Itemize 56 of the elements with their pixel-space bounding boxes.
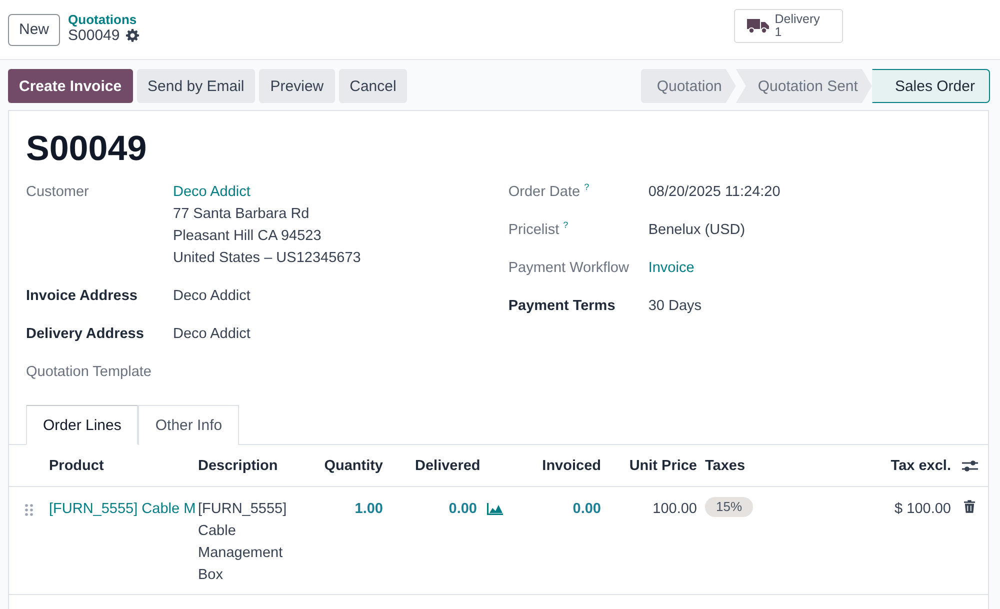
field-value: United States – US12345673 <box>173 249 361 268</box>
table-cell-text: $ 100.00 <box>894 500 951 519</box>
table-cell: 0.00 <box>572 501 601 517</box>
help-tooltip-mark[interactable]: ? <box>563 219 568 231</box>
notebook-tab[interactable]: Other Info <box>138 405 240 445</box>
settings-icon[interactable] <box>126 28 139 42</box>
field-label: Delivery Address <box>26 325 145 344</box>
tax-tag: 15% <box>705 497 754 517</box>
field-value: Deco Addict <box>173 325 250 344</box>
action-button[interactable]: Send by Email <box>136 69 256 103</box>
action-button[interactable]: Preview <box>259 69 335 103</box>
column-header[interactable]: Taxes <box>705 458 746 474</box>
truck-icon <box>746 18 769 34</box>
table-cell: 1.00 <box>354 501 383 517</box>
status-stage[interactable]: Sales Order <box>872 69 990 103</box>
column-header[interactable]: Delivered <box>415 458 480 474</box>
column-header[interactable]: Quantity <box>324 458 383 474</box>
field-value: Deco Addict <box>173 287 250 306</box>
order-title: S00049 <box>25 128 148 170</box>
field-label: Order Date <box>508 183 580 202</box>
column-header[interactable]: Product <box>49 458 104 474</box>
field-link[interactable]: Invoice <box>648 257 694 279</box>
field-label: Invoice Address <box>26 287 138 306</box>
table-cell-text: 0.00 <box>448 500 477 519</box>
field-link[interactable]: Deco Addict <box>173 181 361 203</box>
table-cell: 100.00 <box>652 501 697 517</box>
column-header[interactable]: Unit Price <box>629 458 697 474</box>
action-button[interactable]: Create Invoice <box>8 69 133 103</box>
field-value: Pleasant Hill CA 94523 <box>173 227 322 246</box>
field-label: Payment Workflow <box>508 259 629 278</box>
record-name: S00049 <box>68 26 120 44</box>
notebook-tab[interactable]: Order Lines <box>26 405 138 445</box>
field-value: 08/20/2025 11:24:20 <box>648 183 780 202</box>
field-label: Quotation Template <box>26 363 152 382</box>
column-header[interactable]: Invoiced <box>542 458 601 474</box>
field-value: 77 Santa Barbara Rd <box>173 205 310 224</box>
sliders-icon[interactable] <box>962 458 978 473</box>
drag-handle-icon[interactable] <box>25 504 33 516</box>
product-link[interactable]: [FURN_5555] Cable M <box>49 498 198 520</box>
field-value: Benelux (USD) <box>648 221 746 240</box>
field-value: 30 Days <box>648 297 702 316</box>
column-header[interactable]: Description <box>198 458 278 474</box>
field-label: Pricelist <box>508 221 560 240</box>
field-label: Payment Terms <box>508 297 616 316</box>
status-stage[interactable]: Quotation <box>640 69 736 103</box>
trash-icon[interactable] <box>964 500 975 513</box>
column-header[interactable]: Tax excl. <box>890 458 951 474</box>
help-tooltip-mark[interactable]: ? <box>584 181 590 193</box>
delivery-smart-button[interactable]: Delivery 1 <box>734 8 843 42</box>
new-button[interactable]: New <box>8 14 60 46</box>
status-stage[interactable]: Quotation Sent <box>736 69 872 103</box>
area-chart-icon[interactable] <box>487 503 503 515</box>
field-label: Customer <box>26 183 90 202</box>
action-button[interactable]: Cancel <box>338 69 408 103</box>
table-cell: [FURN_5555] Cable Management Box <box>198 501 287 583</box>
breadcrumb-link[interactable]: Quotations <box>68 12 139 26</box>
